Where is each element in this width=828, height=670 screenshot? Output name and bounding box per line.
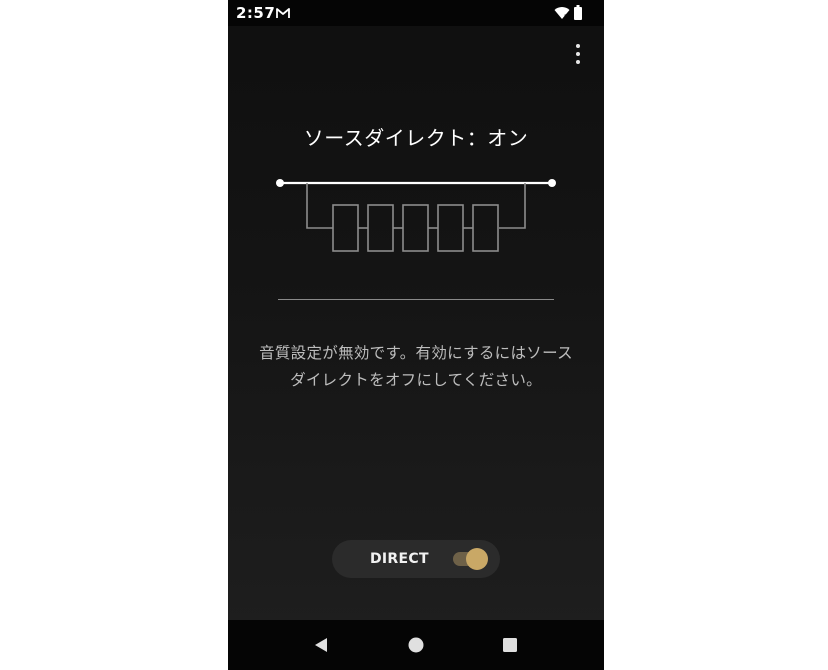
gmail-icon [276,8,290,18]
bypass-line [276,179,556,187]
status-time: 2:57 [236,4,276,22]
home-icon[interactable] [406,635,426,655]
direct-label: DIRECT [370,551,429,567]
info-message-line-2: ダイレクトをオフにしてください。 [290,371,542,389]
navigation-bar [228,620,604,670]
menu-dot [576,52,580,56]
eq-chain [306,183,526,252]
phone-screen: 2:57 5 ソースダイレクト：オン 音質設定が無効です。有効にするにはソース … [228,0,604,670]
divider [278,299,554,300]
menu-dot [576,44,580,48]
page: 2:57 5 ソースダイレクト：オン 音質設定が無効です。有効にするにはソース … [0,0,828,670]
info-message: 音質設定が無効です。有効にするにはソース ダイレクトをオフにしてください。 [242,340,590,394]
toggle-thumb[interactable] [466,548,488,570]
source-direct-diagram [276,179,556,252]
recents-icon[interactable] [500,635,520,655]
info-message-line-1: 音質設定が無効です。有効にするにはソース [259,344,573,362]
battery-icon [574,5,582,20]
menu-dot [576,60,580,64]
status-bar: 2:57 5 [228,0,604,26]
svg-text:5: 5 [564,14,568,20]
more-vert-icon[interactable] [566,42,590,66]
wifi-icon: 5 [554,7,570,20]
page-title: ソースダイレクト：オン [303,126,529,150]
direct-toggle-button[interactable]: DIRECT [332,540,500,578]
back-icon[interactable] [311,635,331,655]
